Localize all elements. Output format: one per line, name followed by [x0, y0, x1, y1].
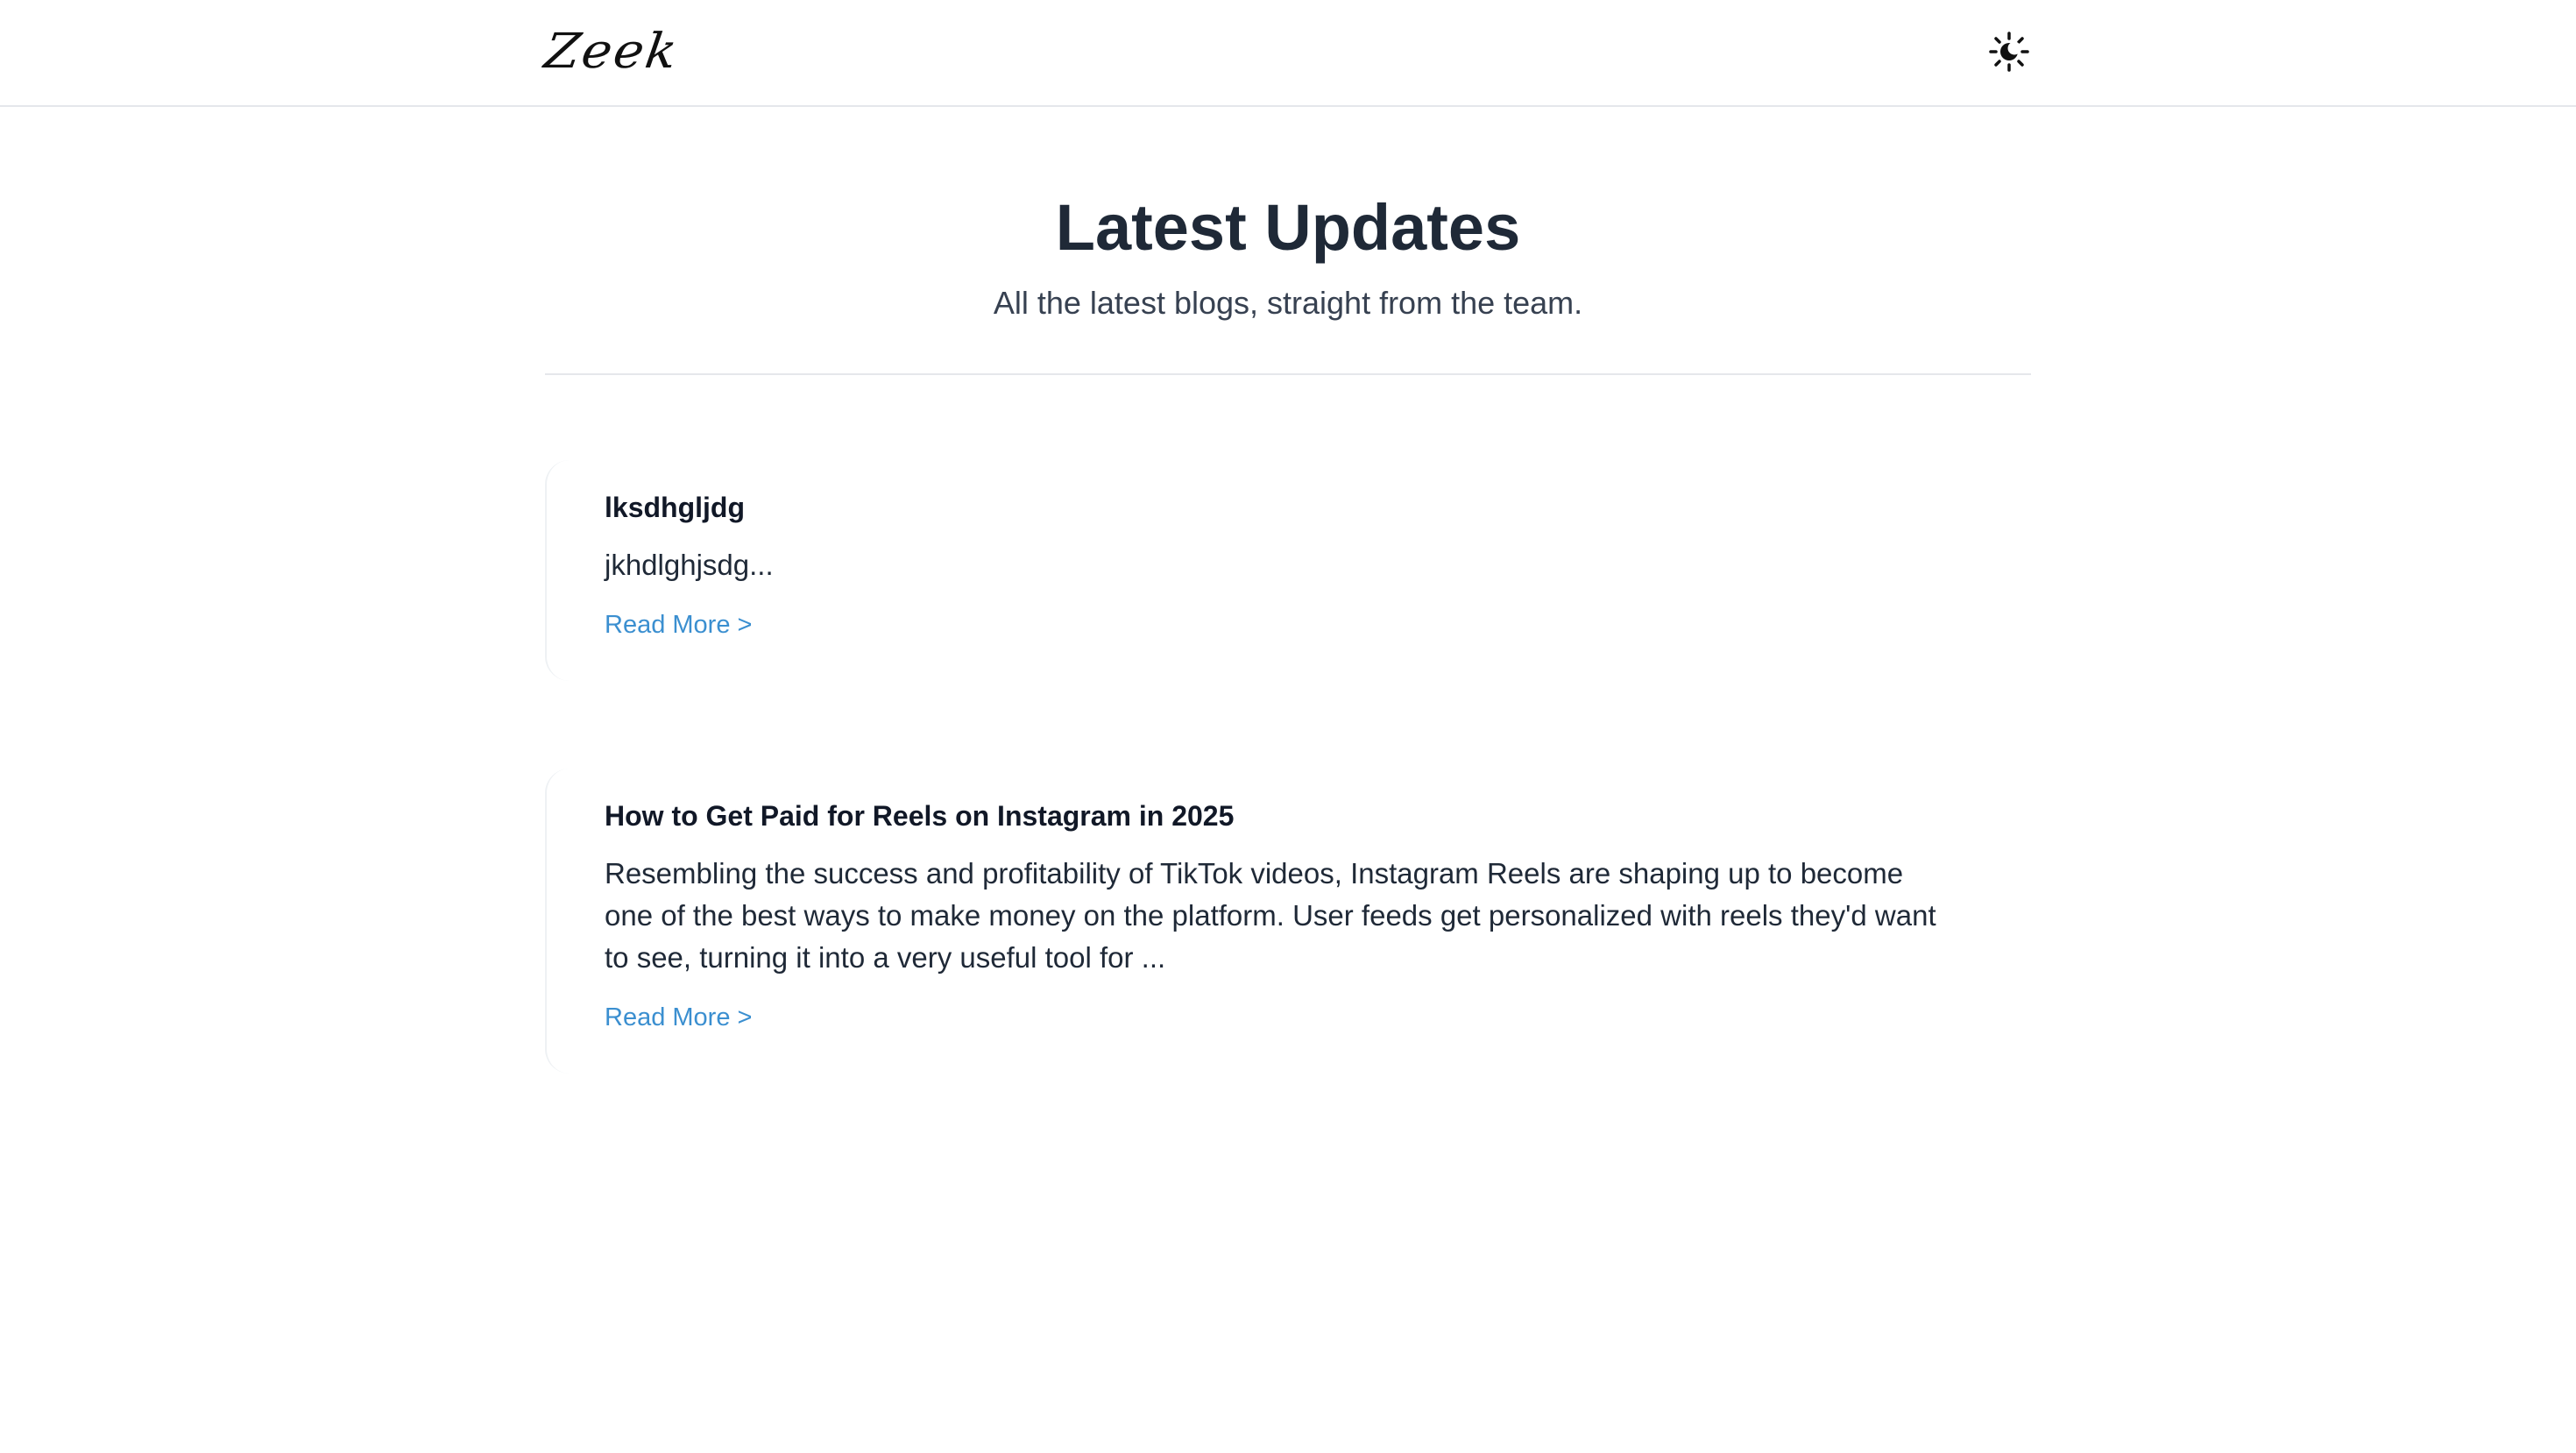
- zeek-logo[interactable]: Zeek: [541, 23, 682, 80]
- read-more-link[interactable]: Read More >: [605, 1002, 752, 1033]
- post-excerpt: jkhdlghjsdg...: [605, 549, 774, 581]
- theme-toggle-button[interactable]: [1987, 30, 2031, 74]
- hero-section: Latest Updates All the latest blogs, str…: [545, 107, 2031, 375]
- blog-post-card: How to Get Paid for Reels on Instagram i…: [545, 769, 2031, 1074]
- sun-moon-icon: [1989, 32, 2029, 72]
- post-excerpt: Resembling the success and profitability…: [605, 857, 1936, 974]
- post-title[interactable]: How to Get Paid for Reels on Instagram i…: [605, 769, 2031, 833]
- logo-wordmark: Zeek: [541, 22, 683, 80]
- page-title: Latest Updates: [1055, 191, 1521, 264]
- blog-post-card: lksdhgljdg jkhdlghjsdg... Read More >: [545, 460, 2031, 681]
- post-title[interactable]: lksdhgljdg: [605, 460, 2031, 525]
- read-more-link[interactable]: Read More >: [605, 609, 752, 641]
- site-header: Zeek: [0, 0, 2576, 107]
- page-subtitle: All the latest blogs, straight from the …: [993, 285, 1583, 321]
